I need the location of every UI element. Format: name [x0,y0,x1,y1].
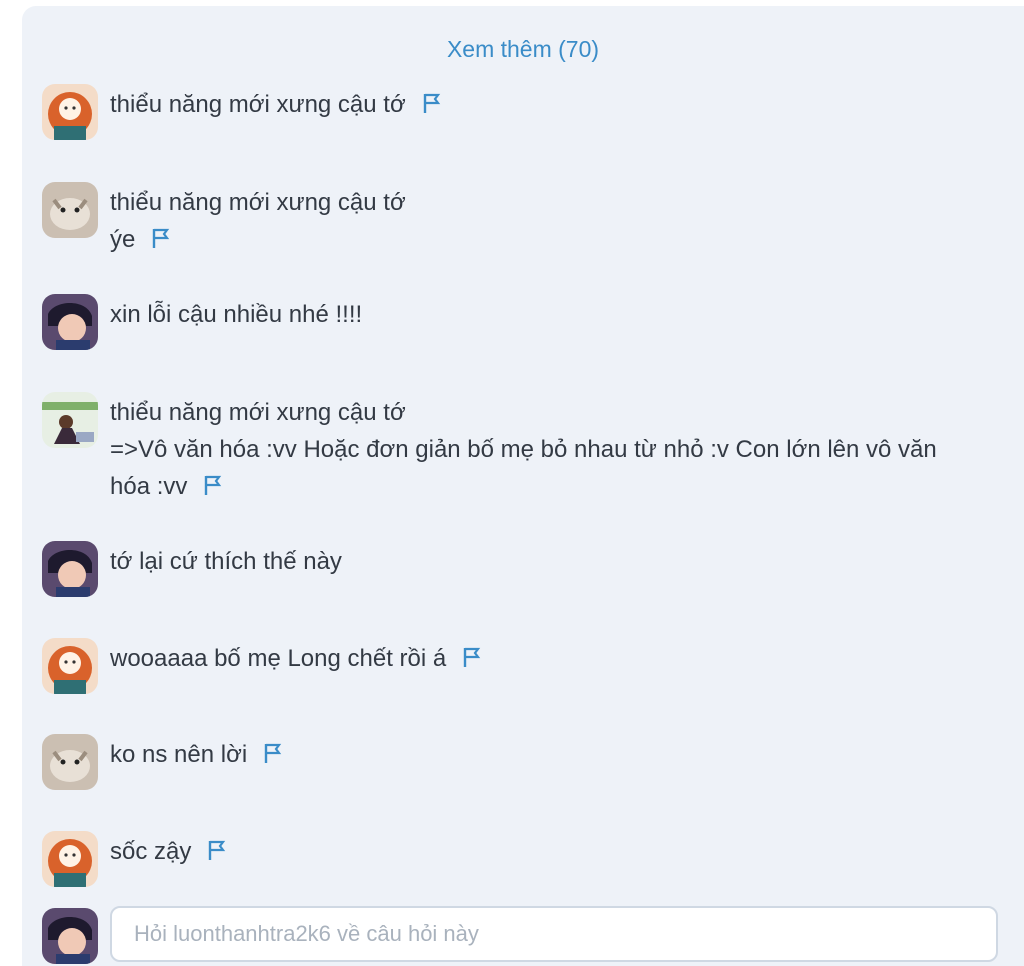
comment-line: xin lỗi cậu nhiều nhé !!!! [110,301,363,328]
comment-text: sốc zậy [110,833,994,870]
comment-text: xin lỗi cậu nhiều nhé !!!! [110,296,994,333]
avatar-current-user[interactable] [42,908,98,964]
avatar-cat[interactable] [42,734,98,790]
comments-panel: Xem thêm (70) thiểu năng mới xưng cậu tớ… [22,6,1024,966]
comment-line: =>Vô văn hóa :vv Hoặc đơn giản bố mẹ bỏ … [110,436,937,463]
report-flag-icon[interactable] [462,646,482,668]
report-flag-icon[interactable] [263,742,283,764]
comment-line: thiểu năng mới xưng cậu tớ [110,91,406,118]
avatar-cartoon-girl[interactable] [42,638,98,694]
comment-line: tớ lại cứ thích thế này [110,548,342,575]
comment-line: sốc zậy [110,838,192,865]
reply-input[interactable] [110,906,998,962]
comment-line: hóa :vv [110,473,188,500]
comment-line: ko ns nên lời [110,741,248,768]
comment-line: thiểu năng mới xưng cậu tớ [110,189,406,216]
avatar-cartoon-girl[interactable] [42,84,98,140]
comment-text: ko ns nên lời [110,736,994,773]
comment-line: thiểu năng mới xưng cậu tớ [110,399,406,426]
avatar-photo[interactable] [42,392,98,448]
comment-text: thiểu năng mới xưng cậu tớ =>Vô văn hóa … [110,394,994,505]
comment-text: tớ lại cứ thích thế này [110,543,994,580]
comment-line: wooaaaa bố mẹ Long chết rồi á [110,645,447,672]
report-flag-icon[interactable] [203,474,223,496]
avatar-anime-boy[interactable] [42,541,98,597]
avatar-anime-boy[interactable] [42,294,98,350]
comment-text: wooaaaa bố mẹ Long chết rồi á [110,640,994,677]
avatar-cat[interactable] [42,182,98,238]
report-flag-icon[interactable] [151,227,171,249]
see-more-link[interactable]: Xem thêm (70) [22,36,1024,63]
comment-text: thiểu năng mới xưng cậu tớ ýe [110,184,994,258]
avatar-cartoon-girl[interactable] [42,831,98,887]
report-flag-icon[interactable] [422,92,442,114]
report-flag-icon[interactable] [207,839,227,861]
comment-line: ýe [110,226,136,253]
comment-text: thiểu năng mới xưng cậu tớ [110,86,994,123]
